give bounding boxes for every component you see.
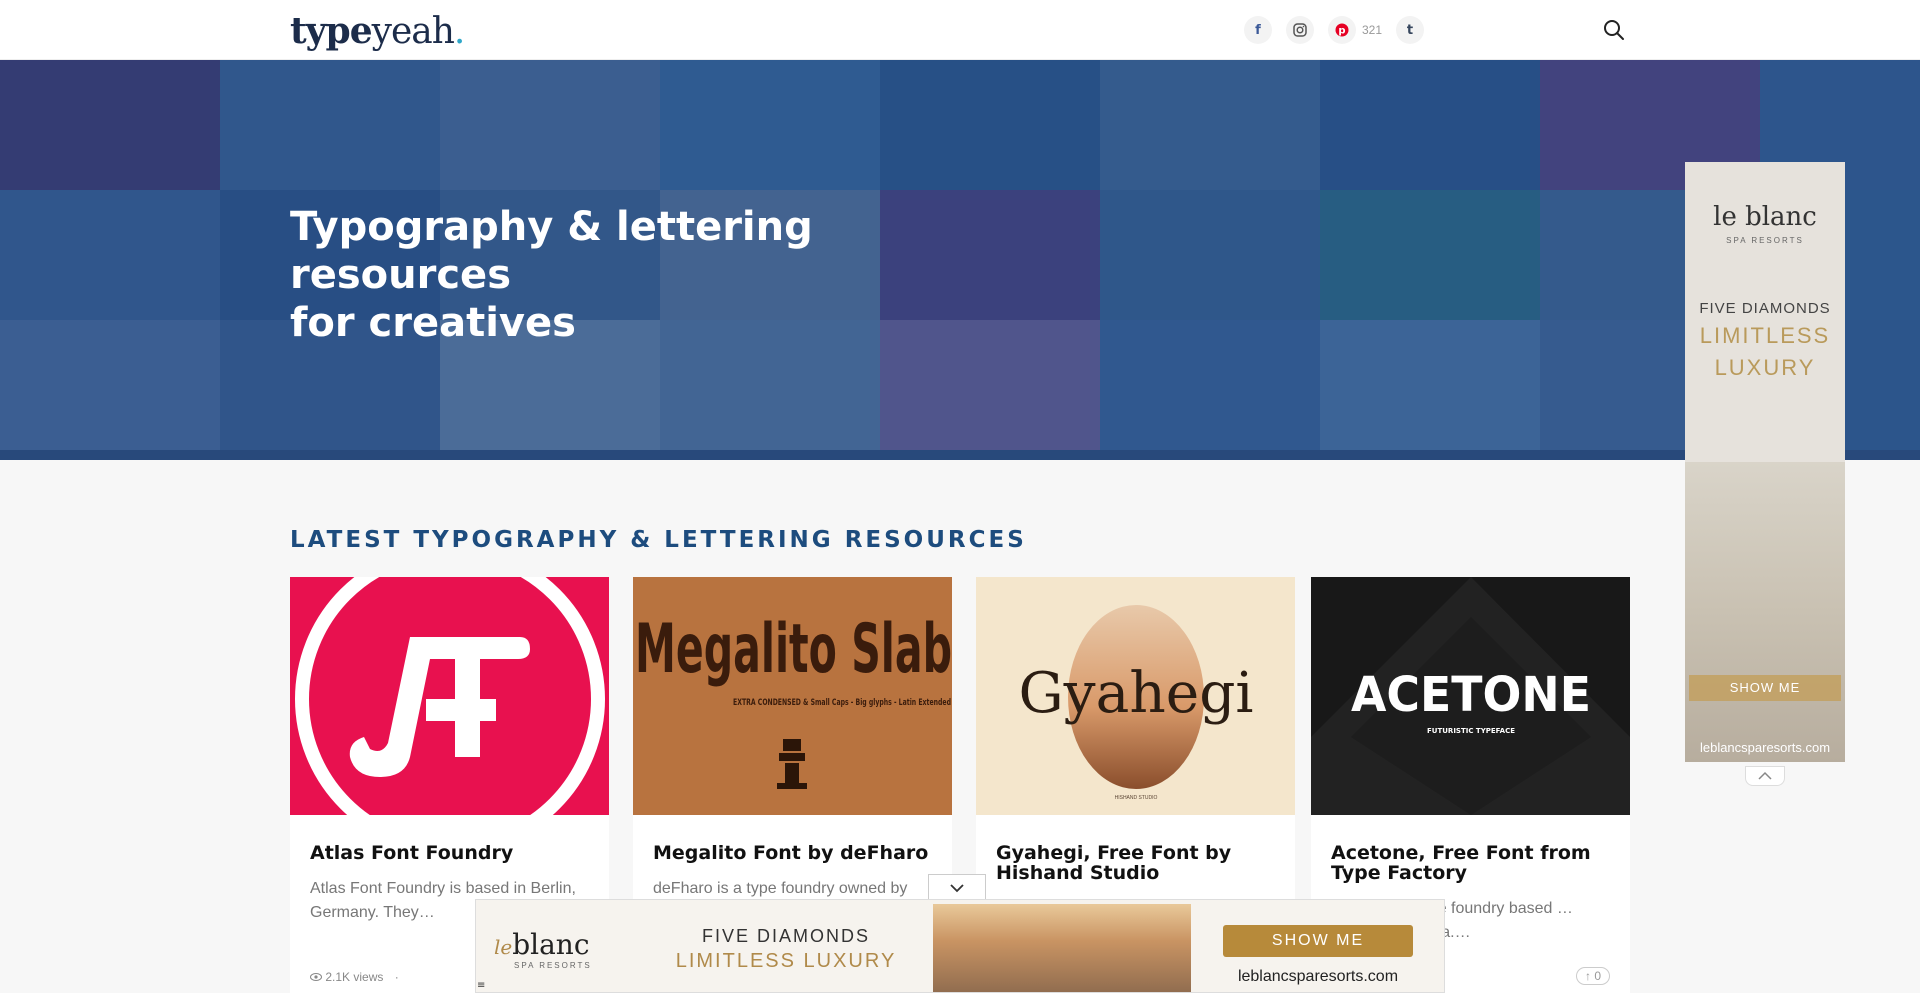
- side-ad-luxury: LUXURY: [1714, 355, 1816, 380]
- bottom-ad-url[interactable]: leblancsparesorts.com: [1223, 968, 1413, 986]
- card-title[interactable]: Megalito Font by deFharo: [653, 843, 932, 863]
- gyahegi-thumb-sub: HISHAND STUDIO: [1115, 795, 1158, 801]
- card-thumbnail[interactable]: ACETONE FUTURISTIC TYPEFACE: [1311, 577, 1630, 815]
- logo-type-text: type: [290, 10, 373, 52]
- megalito-thumb-sub: EXTRA CONDENSED & Small Caps - Big glyph…: [733, 698, 951, 708]
- side-ad-show-me-button[interactable]: SHOW ME: [1689, 675, 1841, 701]
- bottom-ad-brand-sub: SPA RESORTS: [514, 961, 592, 970]
- card-thumbnail[interactable]: Gyahegi HISHAND STUDIO: [976, 577, 1295, 815]
- card-title[interactable]: Atlas Font Foundry: [310, 843, 589, 863]
- svg-text:p: p: [1338, 26, 1345, 37]
- side-ad-limitless: LIMITLESS: [1699, 323, 1831, 348]
- bottom-ad-logo: leblanc SPA RESORTS: [494, 928, 592, 970]
- site-logo[interactable]: typeyeah.: [290, 10, 465, 52]
- side-ad[interactable]: le blanc SPA RESORTS FIVE DIAMONDS LIMIT…: [1685, 162, 1845, 762]
- bottom-ad-collapse-button[interactable]: [928, 874, 986, 900]
- meta-separator: ·: [394, 970, 399, 984]
- ad-menu-icon[interactable]: ≡: [477, 980, 485, 991]
- bottom-banner-ad[interactable]: leblanc SPA RESORTS FIVE DIAMONDS LIMITL…: [475, 899, 1445, 993]
- card-title[interactable]: Acetone, Free Font from Type Factory: [1331, 843, 1610, 883]
- side-ad-photo: [1685, 462, 1845, 762]
- acetone-image: ACETONE FUTURISTIC TYPEFACE: [1311, 577, 1630, 815]
- bottom-ad-line2: LIMITLESS LUXURY: [675, 950, 897, 972]
- side-ad-url[interactable]: leblancsparesorts.com: [1685, 740, 1845, 755]
- hero-title: Typography & lettering resources for cre…: [290, 203, 970, 347]
- gyahegi-image: Gyahegi HISHAND STUDIO: [976, 577, 1295, 815]
- hero-title-line2: for creatives: [290, 300, 576, 346]
- atlas-logo-image: [290, 577, 609, 815]
- acetone-thumb-title: ACETONE: [1351, 667, 1591, 723]
- bottom-ad-photo: [933, 904, 1191, 992]
- vote-count: 0: [1594, 969, 1601, 983]
- hero-banner: Typography & lettering resources for cre…: [0, 60, 1920, 460]
- card-title[interactable]: Gyahegi, Free Font by Hishand Studio: [996, 843, 1275, 883]
- gyahegi-thumb-title: Gyahegi: [1019, 661, 1254, 726]
- chevron-up-icon: [1758, 771, 1772, 780]
- chevron-down-icon: [950, 883, 964, 892]
- bottom-ad-brand-le: le: [494, 935, 513, 959]
- pinterest-count: 321: [1362, 23, 1383, 37]
- card-thumbnail[interactable]: Megalito Slab EXTRA CONDENSED & Small Ca…: [633, 577, 952, 815]
- card-meta: 2.1K views ·: [310, 970, 399, 984]
- bottom-ad-brand: blanc: [512, 928, 590, 961]
- instagram-glyph: [1293, 23, 1307, 37]
- section-title: LATEST TYPOGRAPHY & LETTERING RESOURCES: [290, 527, 1027, 553]
- logo-yeah-text: yeah: [371, 11, 455, 52]
- upvote-button[interactable]: ↑ 0: [1575, 967, 1610, 985]
- card-views: 2.1K views: [325, 970, 384, 984]
- social-links: f p 321 t: [1244, 16, 1425, 44]
- tumblr-icon[interactable]: t: [1396, 16, 1425, 44]
- card-thumbnail[interactable]: [290, 577, 609, 815]
- side-ad-collapse-button[interactable]: [1745, 766, 1785, 786]
- instagram-icon[interactable]: [1286, 16, 1314, 44]
- pinterest-icon[interactable]: p: [1328, 16, 1356, 44]
- megalito-image: Megalito Slab EXTRA CONDENSED & Small Ca…: [633, 577, 952, 815]
- eye-icon: [310, 973, 322, 981]
- bottom-ad-show-me-button[interactable]: SHOW ME: [1223, 925, 1413, 957]
- facebook-icon[interactable]: f: [1244, 16, 1272, 44]
- side-ad-line2: LIMITLESS LUXURY: [1685, 320, 1845, 384]
- card-excerpt: deFharo is a type foundry owned by: [653, 880, 908, 897]
- side-ad-brand: le blanc: [1713, 202, 1817, 232]
- site-header: typeyeah. f p 321 t: [0, 0, 1920, 60]
- logo-dot: .: [453, 11, 465, 52]
- search-icon[interactable]: [1602, 18, 1626, 42]
- bottom-ad-line1: FIVE DIAMONDS: [701, 926, 870, 946]
- hero-title-line1: Typography & lettering resources: [290, 204, 813, 298]
- pinterest-glyph: p: [1335, 23, 1349, 37]
- side-ad-brand-sub: SPA RESORTS: [1726, 236, 1804, 245]
- acetone-thumb-sub: FUTURISTIC TYPEFACE: [1427, 727, 1515, 735]
- side-ad-line1: FIVE DIAMONDS: [1699, 300, 1831, 317]
- megalito-thumb-title: Megalito Slab: [635, 610, 952, 689]
- arrow-up-icon: ↑: [1584, 969, 1591, 983]
